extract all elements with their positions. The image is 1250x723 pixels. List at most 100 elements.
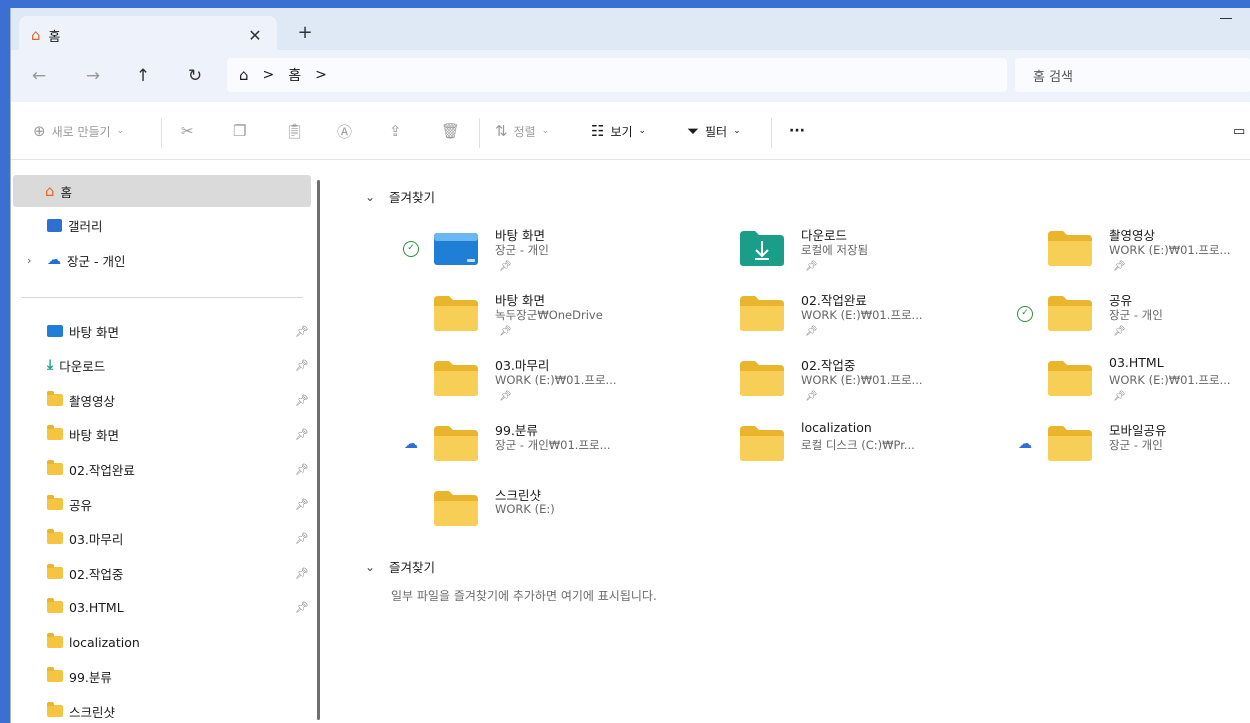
favorite-tile[interactable]: 스크린샷 WORK (E:) <box>403 481 703 541</box>
pin-icon: 📌︎ <box>499 261 512 272</box>
favorite-tile[interactable]: 03.마무리 WORK (E:)₩01.프로... 📌︎ <box>403 351 703 411</box>
download-folder-icon <box>740 231 784 266</box>
folder-icon <box>47 460 63 475</box>
pin-icon: 📌︎ <box>1113 326 1126 337</box>
cut-button[interactable]: ✂ <box>181 121 194 141</box>
folder-icon <box>47 702 63 717</box>
pin-icon[interactable]: 📌︎ <box>295 567 309 580</box>
chevron-down-icon: ⌄ <box>638 126 647 136</box>
tab-title: 홈 <box>48 29 61 45</box>
breadcrumb-separator[interactable]: > <box>315 67 327 83</box>
chevron-right-icon[interactable]: › <box>27 254 31 267</box>
tile-location: WORK (E:)₩01.프로... <box>801 308 923 322</box>
sidebar-divider <box>21 297 303 298</box>
back-button[interactable]: ← <box>27 64 51 88</box>
paste-button[interactable]: 📋︎ <box>285 121 304 141</box>
sidebar-item-home[interactable]: ⌂ 홈 <box>13 175 311 207</box>
copy-button[interactable]: ❐ <box>233 121 246 141</box>
sidebar-item-folder[interactable]: 02.작업중 📌︎ <box>15 557 311 589</box>
tile-location: 장군 - 개인 <box>1109 438 1163 452</box>
pin-icon[interactable]: 📌︎ <box>295 463 309 476</box>
tab-home[interactable]: ⌂ 홈 ✕ <box>19 16 277 54</box>
pin-icon[interactable]: 📌︎ <box>295 394 309 407</box>
pin-icon[interactable]: 📌︎ <box>295 359 309 372</box>
close-tab-button[interactable]: ✕ <box>245 26 265 45</box>
new-button[interactable]: ⊕ 새로 만들기 ⌄ <box>33 121 124 141</box>
favorites-files-section-header[interactable]: ⌄ 즐겨찾기 <box>365 557 435 576</box>
content-area: ⌄ 즐겨찾기 ✓ 바탕 화면 장군 - 개인 📌︎ 다운로드 로컬에 저장됨 📌… <box>329 161 1250 723</box>
favorite-tile[interactable]: localization 로컬 디스크 (C:)₩Pr... <box>709 416 1009 476</box>
file-explorer-window: ⌂ 홈 ✕ + ← → ↑ ↻ ⌂ > 홈 > 홈 검색 ⊕ 새로 만들기 ⌄ … <box>10 8 1250 723</box>
desktop-icon <box>47 325 63 337</box>
pin-icon[interactable]: 📌︎ <box>295 498 309 511</box>
home-icon: ⌂ <box>45 182 55 200</box>
favorite-tile[interactable]: 02.작업완료 WORK (E:)₩01.프로... 📌︎ <box>709 286 1009 346</box>
favorite-tile[interactable]: ✓ 바탕 화면 장군 - 개인 📌︎ <box>403 221 703 281</box>
details-pane-button[interactable]: ▭ <box>1233 121 1245 141</box>
favorite-tile[interactable]: 바탕 화면 녹두장군₩OneDrive 📌︎ <box>403 286 703 346</box>
delete-button[interactable]: 🗑︎ <box>441 121 460 141</box>
sidebar-item-folder[interactable]: 03.마무리 📌︎ <box>15 522 311 554</box>
search-input[interactable]: 홈 검색 <box>1015 58 1250 92</box>
sidebar-item-label: 장군 - 개인 <box>67 253 126 269</box>
favorite-tile[interactable]: ☁ 99.분류 장군 - 개인₩01.프로... <box>403 416 703 476</box>
command-bar: ⊕ 새로 만들기 ⌄ ✂ ❐ 📋︎ Ⓐ ⇪ 🗑︎ ⇅ 정렬 ⌄ ☷ 보기 ⌄ ⏷… <box>11 102 1250 160</box>
folder-icon <box>1048 361 1092 396</box>
sidebar-item-folder[interactable]: 03.HTML 📌︎ <box>15 591 311 623</box>
sidebar-item-folder[interactable]: 바탕 화면 📌︎ <box>15 418 311 450</box>
pin-icon[interactable]: 📌︎ <box>295 325 309 338</box>
breadcrumb-home[interactable]: 홈 <box>288 65 301 85</box>
sidebar-item-gallery[interactable]: 갤러리 <box>15 209 311 241</box>
minimize-button[interactable] <box>1220 18 1232 19</box>
folder-icon <box>434 491 478 526</box>
toolbar-divider <box>771 118 772 148</box>
address-bar-row: ← → ↑ ↻ ⌂ > 홈 > 홈 검색 <box>11 50 1250 102</box>
refresh-button[interactable]: ↻ <box>183 64 207 88</box>
favorites-section-header[interactable]: ⌄ 즐겨찾기 <box>365 187 435 206</box>
sidebar-item-folder[interactable]: localization <box>15 626 311 658</box>
view-button[interactable]: ☷ 보기 ⌄ <box>591 121 646 141</box>
rename-button[interactable]: Ⓐ <box>337 121 352 141</box>
tile-location: 장군 - 개인 <box>1109 308 1163 322</box>
favorite-tile[interactable]: 02.작업중 WORK (E:)₩01.프로... 📌︎ <box>709 351 1009 411</box>
sidebar-item-folder[interactable]: 스크린샷 <box>15 695 311 723</box>
sidebar-item-folder[interactable]: 촬영영상 📌︎ <box>15 384 311 416</box>
toolbar-divider <box>479 118 480 148</box>
share-button[interactable]: ⇪ <box>389 121 402 141</box>
favorite-tile[interactable]: ☁ 모바일공유 장군 - 개인 <box>1017 416 1250 476</box>
sidebar-item-folder[interactable]: 공유 📌︎ <box>15 488 311 520</box>
sidebar-item-onedrive[interactable]: › ☁ 장군 - 개인 <box>15 244 311 276</box>
tile-location: WORK (E:)₩01.프로... <box>1109 373 1231 387</box>
sidebar-item-downloads[interactable]: ⤓ 다운로드 📌︎ <box>15 349 311 381</box>
sidebar-item-folder[interactable]: 99.분류 <box>15 660 311 692</box>
pin-icon: 📌︎ <box>805 326 818 337</box>
folder-icon <box>1048 426 1092 461</box>
favorite-tile[interactable]: 다운로드 로컬에 저장됨 📌︎ <box>709 221 1009 281</box>
sort-button[interactable]: ⇅ 정렬 ⌄ <box>495 121 549 141</box>
chevron-down-icon[interactable]: ⌄ <box>365 560 377 574</box>
up-button[interactable]: ↑ <box>131 64 155 88</box>
tile-location: 장군 - 개인 <box>495 243 549 257</box>
more-options-button[interactable]: ··· <box>789 121 805 141</box>
home-icon[interactable]: ⌂ <box>239 66 249 84</box>
favorite-tile[interactable]: 촬영영상 WORK (E:)₩01.프로... 📌︎ <box>1017 221 1250 281</box>
pin-icon: 📌︎ <box>1113 261 1126 272</box>
favorite-tile[interactable]: ✓ 공유 장군 - 개인 📌︎ <box>1017 286 1250 346</box>
filter-button[interactable]: ⏷ 필터 ⌄ <box>687 121 741 141</box>
breadcrumb-separator[interactable]: > <box>263 67 275 83</box>
new-tab-button[interactable]: + <box>293 22 317 43</box>
pin-icon: 📌︎ <box>805 261 818 272</box>
pin-icon[interactable]: 📌︎ <box>295 428 309 441</box>
folder-icon <box>740 426 784 461</box>
chevron-down-icon: ⌄ <box>733 126 741 136</box>
chevron-down-icon[interactable]: ⌄ <box>365 190 377 204</box>
pin-icon[interactable]: 📌︎ <box>295 532 309 545</box>
sidebar-scrollbar[interactable] <box>317 180 320 720</box>
sidebar-item-desktop[interactable]: 바탕 화면 📌︎ <box>15 315 311 347</box>
forward-button[interactable]: → <box>81 64 105 88</box>
sidebar-item-folder[interactable]: 02.작업완료 📌︎ <box>15 453 311 485</box>
breadcrumb[interactable]: ⌂ > 홈 > <box>227 58 1007 92</box>
favorite-tile[interactable]: 03.HTML WORK (E:)₩01.프로... 📌︎ <box>1017 351 1250 411</box>
tile-name: localization <box>801 420 872 435</box>
pin-icon[interactable]: 📌︎ <box>295 601 309 614</box>
